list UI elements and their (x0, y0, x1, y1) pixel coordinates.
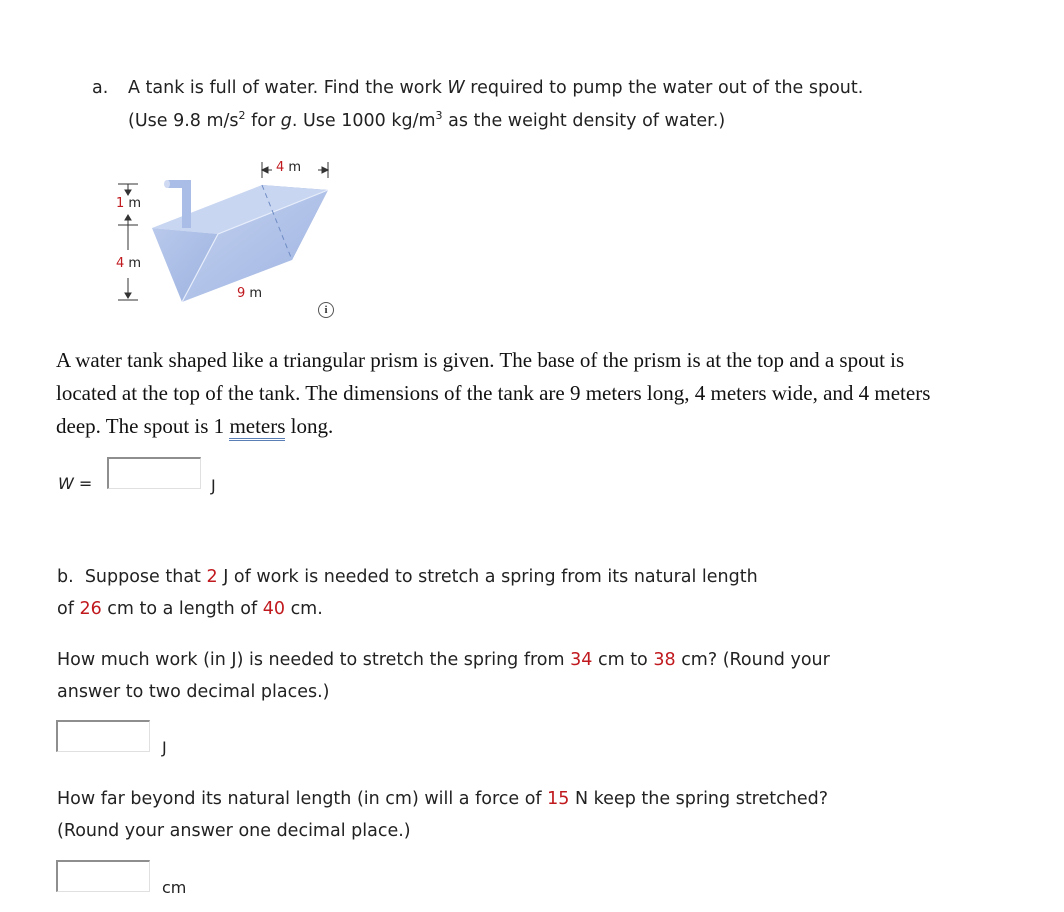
part-a-question-line2: (Use 9.8 m/s2 for g. Use 1000 kg/m3 as t… (128, 105, 725, 138)
natural-length-value: 26 (79, 599, 102, 619)
part-b-intro-line1: b. Suppose that 2 J of work is needed to… (57, 561, 758, 594)
part-b-intro-line2: of 26 cm to a length of 40 cm. (57, 593, 323, 626)
question-1-line1: How much work (in J) is needed to stretc… (57, 644, 830, 677)
tank-diagram (118, 162, 330, 303)
value: 9 (237, 286, 246, 301)
stretched-length-value: 40 (262, 599, 285, 619)
force-value: 15 (547, 789, 570, 809)
variable-w: W (58, 474, 74, 493)
answer-w-label: W = (58, 474, 92, 493)
value: 4 (116, 256, 125, 271)
part-b-label: b. (57, 567, 74, 587)
to-length-value: 38 (653, 650, 676, 670)
part-a-label: a. (92, 78, 109, 98)
tank-description: A water tank shaped like a triangular pr… (56, 344, 961, 443)
unit: m (249, 286, 263, 301)
text: How much work (in J) is needed to stretc… (57, 650, 571, 670)
width-label: 4 m (276, 160, 301, 176)
work-answer-input[interactable] (107, 457, 201, 489)
text: for (245, 111, 281, 131)
depth-label: 4 m (116, 256, 141, 272)
from-length-value: 34 (570, 650, 593, 670)
question-2-line1: How far beyond its natural length (in cm… (57, 783, 828, 816)
equals: = (73, 474, 93, 493)
question-1-line2: answer to two decimal places.) (57, 682, 330, 702)
text: A tank is full of water. Find the work (128, 78, 448, 98)
stretch-distance-unit: cm (162, 878, 187, 897)
text: cm? (Round your (675, 650, 830, 670)
text: A water tank shaped like a triangular pr… (56, 348, 931, 438)
variable-g: g (280, 111, 292, 131)
text: of (57, 599, 80, 619)
spout-length-label: 1 m (116, 196, 141, 212)
spring-work-input[interactable] (56, 720, 150, 752)
info-icon[interactable]: i (318, 302, 334, 318)
length-label: 9 m (237, 286, 262, 302)
text: N keep the spring stretched? (569, 789, 828, 809)
work-value: 2 (206, 567, 218, 587)
unit: m (128, 256, 142, 271)
question-2-line2: (Round your answer one decimal place.) (57, 821, 411, 841)
text: . Use 1000 kg/m (291, 111, 436, 131)
superscript: 2 (238, 109, 246, 123)
text: required to pump the water out of the sp… (464, 78, 864, 98)
text: long. (285, 414, 334, 438)
unit: m (128, 196, 142, 211)
text: cm to a length of (101, 599, 263, 619)
spring-work-unit: J (162, 738, 167, 757)
text: (Use 9.8 m/s (128, 111, 239, 131)
unit: m (288, 160, 302, 175)
text: Suppose that (84, 567, 207, 587)
text: J of work is needed to stretch a spring … (217, 567, 758, 587)
text: How far beyond its natural length (in cm… (57, 789, 548, 809)
value: 1 (116, 196, 125, 211)
tank-figure: 4 m 1 m 4 m 9 m i (100, 150, 360, 320)
value: 4 (276, 160, 285, 175)
superscript: 3 (435, 109, 443, 123)
variable-w: W (447, 78, 465, 98)
stretch-distance-input[interactable] (56, 860, 150, 892)
text: cm to (592, 650, 654, 670)
text: as the weight density of water.) (442, 111, 726, 131)
meters-link[interactable]: meters (229, 414, 286, 441)
part-a-question-line1: A tank is full of water. Find the work W… (128, 72, 863, 105)
answer-w-unit: J (211, 476, 216, 495)
text: cm. (285, 599, 323, 619)
